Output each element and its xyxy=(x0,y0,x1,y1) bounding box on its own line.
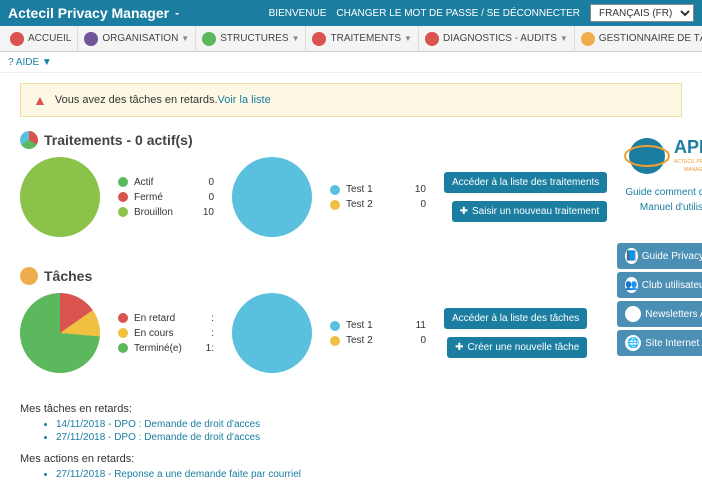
menu-home[interactable]: ACCUEIL xyxy=(4,26,78,52)
gear-icon xyxy=(20,267,38,285)
list-item[interactable]: 14/11/2018 - DPO : Demande de droit d'ac… xyxy=(56,419,607,430)
link-manual[interactable]: Manuel d'utilisation xyxy=(617,202,702,213)
btn-guide-privacy[interactable]: 📘Guide Privacy by Design xyxy=(617,243,702,269)
btn-newsletter[interactable]: ✉Newsletters Actecil xyxy=(617,301,702,327)
section-traitements-title: Traitements - 0 actif(s) xyxy=(20,131,607,149)
chevron-down-icon: ▼ xyxy=(42,57,52,68)
apm-logo: APM ACTECIL PRIVACY MANAGER xyxy=(622,131,702,181)
svg-text:APM: APM xyxy=(674,137,702,157)
pie-taches-tests xyxy=(232,293,312,373)
diagnostics-icon xyxy=(425,32,439,46)
link-guide-start[interactable]: Guide comment démarrer xyxy=(617,187,702,198)
my-actions-late-list: 27/11/2018 - Reponse a une demande faite… xyxy=(56,469,607,480)
users-icon: 👥 xyxy=(625,277,637,293)
structures-icon xyxy=(202,32,216,46)
chart-icon xyxy=(20,131,38,149)
chevron-down-icon: ▼ xyxy=(181,34,189,43)
section-taches-title: Tâches xyxy=(20,267,607,285)
menu-traitements[interactable]: TRAITEMENTS▼ xyxy=(306,26,418,52)
btn-taches-list[interactable]: Accéder à la liste des tâches xyxy=(444,308,587,329)
top-bar: Actecil Privacy Manager - BIENVENUE CHAN… xyxy=(0,0,702,26)
alert-text: Vous avez des tâches en retards. xyxy=(55,94,218,106)
svg-text:MANAGER: MANAGER xyxy=(684,167,702,173)
alert-link[interactable]: Voir la liste xyxy=(218,94,271,106)
svg-text:ACTECIL PRIVACY: ACTECIL PRIVACY xyxy=(674,159,702,165)
book-icon: 📘 xyxy=(625,248,637,264)
menu-structures[interactable]: STRUCTURES▼ xyxy=(196,26,306,52)
app-dash: - xyxy=(175,6,179,20)
pie-taches-status xyxy=(20,293,100,373)
app-title: Actecil Privacy Manager xyxy=(8,5,169,21)
globe-icon: 🌐 xyxy=(625,335,641,351)
taches-charts: En retard: En cours: Terminé(e)1: Test 1… xyxy=(20,293,607,373)
welcome-link[interactable]: BIENVENUE xyxy=(269,8,327,19)
my-tasks-late-title: Mes tâches en retards: xyxy=(20,403,607,415)
mail-icon: ✉ xyxy=(625,306,641,322)
help-bar: ? AIDE ▼ xyxy=(0,52,702,73)
traitements-icon xyxy=(312,32,326,46)
menu-organisation[interactable]: ORGANISATION▼ xyxy=(78,26,196,52)
legend-taches-tests: Test 111 Test 20 xyxy=(330,316,426,350)
alert-tasks-late: ▲ Vous avez des tâches en retards. Voir … xyxy=(20,83,682,117)
gear-icon xyxy=(581,32,595,46)
btn-site[interactable]: 🌐Site Internet Actecil xyxy=(617,330,702,356)
org-icon xyxy=(84,32,98,46)
home-icon xyxy=(10,32,24,46)
legend-traitements-status: Actif0 Fermé0 Brouillon10 xyxy=(118,173,214,222)
btn-traitements-new[interactable]: ✚Saisir un nouveau traitement xyxy=(452,201,608,222)
list-item[interactable]: 27/11/2018 - Reponse a une demande faite… xyxy=(56,469,607,480)
list-item[interactable]: 27/11/2018 - DPO : Demande de droit d'ac… xyxy=(56,432,607,443)
change-password-link[interactable]: CHANGER LE MOT DE PASSE / SE DÉCONNECTER xyxy=(336,8,580,19)
chevron-down-icon: ▼ xyxy=(292,34,300,43)
btn-taches-new[interactable]: ✚Créer une nouvelle tâche xyxy=(447,337,587,358)
my-tasks-late-list: 14/11/2018 - DPO : Demande de droit d'ac… xyxy=(56,419,607,443)
pie-traitements-tests xyxy=(232,157,312,237)
traitements-charts: Actif0 Fermé0 Brouillon10 Test 110 Test … xyxy=(20,157,607,237)
menu-gest-taches[interactable]: GESTIONNAIRE DE TÂCHES (3)▼ xyxy=(575,26,702,52)
warning-icon: ▲ xyxy=(33,92,47,108)
btn-traitements-list[interactable]: Accéder à la liste des traitements xyxy=(444,172,607,193)
language-select[interactable]: FRANÇAIS (FR) xyxy=(590,4,694,22)
plus-icon: ✚ xyxy=(455,342,463,353)
help-link[interactable]: ? AIDE ▼ xyxy=(8,57,52,68)
legend-taches-status: En retard: En cours: Terminé(e)1: xyxy=(118,309,214,358)
menu-diagnostics[interactable]: DIAGNOSTICS - AUDITS▼ xyxy=(419,26,575,52)
chevron-down-icon: ▼ xyxy=(560,34,568,43)
menu-bar: ACCUEIL ORGANISATION▼ STRUCTURES▼ TRAITE… xyxy=(0,26,702,52)
plus-icon: ✚ xyxy=(460,206,468,217)
chevron-down-icon: ▼ xyxy=(404,34,412,43)
legend-traitements-tests: Test 110 Test 20 xyxy=(330,180,426,214)
my-actions-late-title: Mes actions en retards: xyxy=(20,453,607,465)
btn-club[interactable]: 👥Club utilisateur d'Actecil xyxy=(617,272,702,298)
pie-traitements-status xyxy=(20,157,100,237)
